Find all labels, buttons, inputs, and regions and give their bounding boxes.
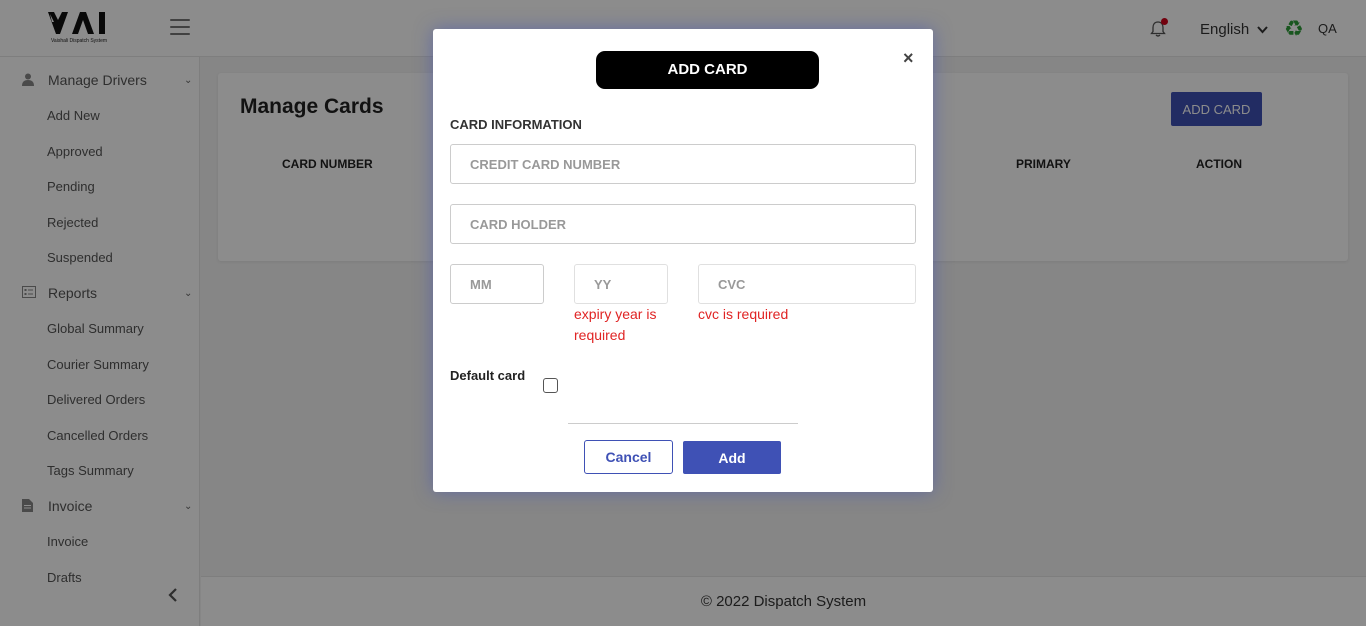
modal-title: ADD CARD: [596, 51, 819, 89]
cvc-input[interactable]: [698, 264, 916, 304]
cancel-button[interactable]: Cancel: [584, 440, 673, 474]
default-card-checkbox[interactable]: [543, 378, 558, 393]
default-card-label: Default card: [450, 368, 526, 383]
card-information-heading: CARD INFORMATION: [450, 117, 582, 132]
expiry-year-error: expiry year is required: [574, 306, 657, 343]
card-holder-input[interactable]: [450, 204, 916, 244]
add-card-modal: ADD CARD × CARD INFORMATION expiry year …: [433, 29, 933, 492]
add-button[interactable]: Add: [683, 441, 781, 474]
expiry-year-input[interactable]: [574, 264, 668, 304]
divider: [568, 423, 798, 424]
cvc-error: cvc is required: [698, 306, 789, 322]
close-icon[interactable]: ×: [903, 48, 914, 69]
card-number-input[interactable]: [450, 144, 916, 184]
expiry-month-input[interactable]: [450, 264, 544, 304]
